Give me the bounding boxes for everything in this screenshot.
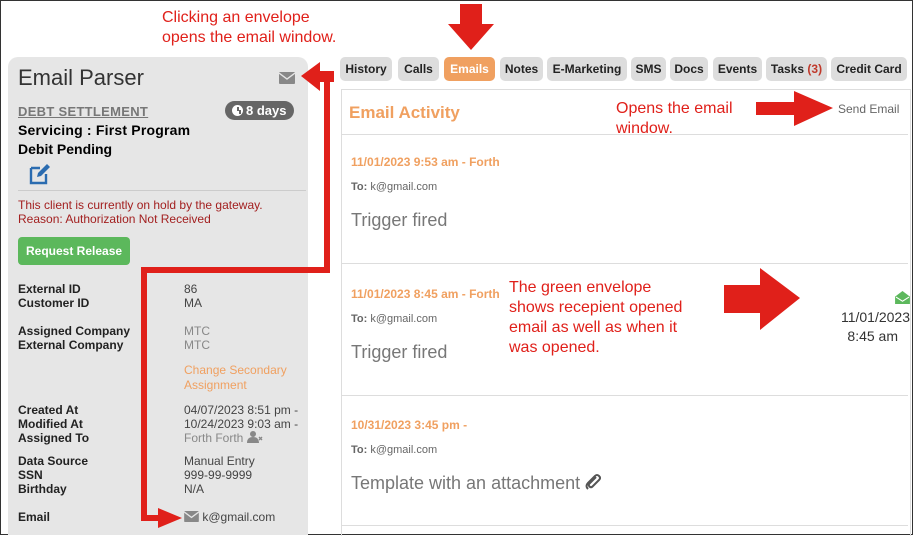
arrow-connector — [141, 82, 330, 521]
arrow-right-send — [756, 91, 833, 126]
arrow-down-emails — [448, 4, 494, 50]
arrow-right-green — [724, 268, 800, 330]
arrow-right-email — [158, 508, 182, 528]
annotation-arrows — [141, 4, 833, 528]
